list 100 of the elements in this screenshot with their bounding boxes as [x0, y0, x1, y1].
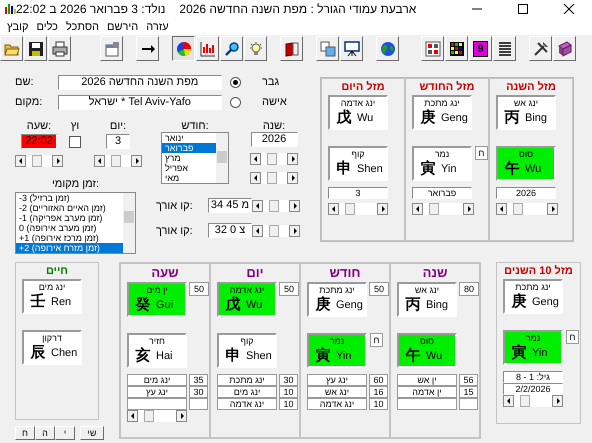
score-field: 80: [459, 282, 479, 296]
chinese-character: 午: [503, 160, 520, 177]
score-field: 50: [189, 282, 209, 296]
chinese-character: 癸: [134, 296, 152, 313]
small-button[interactable]: י: [55, 426, 75, 440]
scrollbar[interactable]: [250, 172, 298, 184]
menu-item[interactable]: הירשם: [103, 20, 142, 32]
small-button[interactable]: ח: [15, 426, 35, 440]
table-cell: ינג אש: [307, 386, 367, 398]
scrollbar[interactable]: [216, 133, 228, 183]
timezone-list[interactable]: -3 (זמן ברזיל) -2 (זמן האיים האזוריים) -1 (זמן מערב אפריקה) 0 (זמן מערב אירופה) +1 (זמן מרכז אירופה) +2 (זמן מזרח אירופה): [15, 192, 136, 254]
scrollbar[interactable]: [94, 155, 142, 167]
table-cell: ינג מים: [127, 374, 187, 386]
list-item[interactable]: מרץ: [162, 153, 216, 163]
table-cell: 30: [189, 386, 208, 398]
panel-title: יום: [246, 264, 264, 282]
field-label: יום:: [110, 120, 126, 134]
menu-item[interactable]: עזרה: [142, 20, 173, 32]
chinese-character: 亥: [134, 347, 152, 364]
pinyin-label: Yin: [336, 350, 352, 362]
value-field: 3: [328, 187, 388, 199]
time-field[interactable]: 22:02: [21, 134, 57, 149]
coordinate-field[interactable]: 34 45 מ: [208, 198, 252, 213]
scrollbar[interactable]: [15, 155, 63, 167]
list-item[interactable]: -1 (זמן מערב אפריקה): [16, 213, 123, 223]
chinese-character: 庚: [419, 109, 436, 126]
list-item[interactable]: פברואר: [162, 143, 216, 153]
table-cell: 56: [459, 374, 478, 386]
toolbar-button[interactable]: 9: [469, 36, 492, 61]
pinyin-label: Wu: [426, 350, 444, 362]
value-field: 2026: [496, 187, 556, 199]
element-name: נמר: [526, 332, 540, 344]
chinese-character: 寅: [420, 160, 436, 177]
chinese-character: 丙: [404, 296, 422, 313]
chinese-character: 戊: [224, 296, 242, 313]
window-title: ארבעת עמודי הגורל : מפת השנה החדשה 2026: [179, 2, 416, 16]
menu-item[interactable]: כלים: [32, 20, 62, 32]
chinese-character: 壬: [30, 293, 46, 310]
element-name: ין מים: [146, 284, 168, 296]
field-label: מקום:: [14, 96, 44, 108]
menu-item[interactable]: הסתכל: [62, 20, 104, 32]
chinese-character: 午: [404, 347, 422, 364]
month-list[interactable]: ינואר פברואר מרץ אפריל מאי: [161, 132, 229, 184]
coordinate-field[interactable]: 32 0 צ: [208, 223, 252, 238]
list-item[interactable]: ינואר: [162, 133, 216, 143]
tag-label: ח: [370, 333, 383, 347]
lines-icon: [496, 40, 512, 56]
table-cell: 35: [189, 374, 208, 386]
text-field[interactable]: מפת השנה החדשה 2026: [58, 74, 222, 90]
toolbar-button[interactable]: [172, 36, 195, 61]
scrollbar[interactable]: [412, 203, 474, 215]
pinyin-label: Bing: [525, 112, 548, 124]
element-name: דרקון: [42, 332, 62, 344]
scrollbar[interactable]: [123, 193, 135, 253]
panel-title: חיים: [46, 264, 68, 279]
element-name: סוס: [518, 148, 534, 160]
radio-button[interactable]: [230, 76, 241, 88]
scrollbar[interactable]: [250, 153, 298, 165]
search-icon: [224, 40, 240, 56]
list-item[interactable]: מאי: [162, 173, 216, 183]
element-name: ינג מתכת: [515, 281, 551, 293]
day-field[interactable]: 3: [106, 134, 130, 149]
element-name: חזיר: [149, 335, 165, 347]
table-cell: ין אדמה: [397, 386, 457, 398]
table-cell: ינג מים: [217, 386, 277, 398]
printer-icon: [52, 40, 68, 56]
list-item[interactable]: 0 (זמן מערב אירופה): [16, 223, 123, 233]
scrollbar[interactable]: [252, 200, 300, 212]
scrollbar[interactable]: [328, 203, 388, 215]
table-cell: 10: [279, 386, 298, 398]
text-field[interactable]: ישראל * Tel Aviv-Yafo: [58, 94, 222, 110]
tag-label: ח: [475, 146, 488, 160]
checkbox[interactable]: [69, 136, 81, 148]
chinese-character: 辰: [29, 344, 46, 361]
chinese-character: 戊: [336, 109, 352, 126]
list-item[interactable]: +1 (זמן מרכז אירופה): [16, 233, 123, 243]
scrollbar[interactable]: [496, 203, 558, 215]
radio-button[interactable]: [230, 96, 241, 108]
table-cell: 60: [369, 374, 388, 386]
small-button[interactable]: שי: [80, 426, 104, 440]
scrollbar[interactable]: [503, 395, 563, 407]
pinyin-label: Gui: [156, 298, 174, 310]
empty-cell: [127, 398, 187, 410]
panel-title: מזל היום: [341, 80, 385, 95]
scrollbar[interactable]: [127, 410, 187, 422]
list-item[interactable]: -3 (זמן ברזיל): [16, 193, 123, 203]
radio-label: אישה: [261, 96, 288, 108]
pinyin-label: Chen: [51, 346, 78, 358]
radio-label: גבר: [261, 76, 280, 88]
table-cell: ינג אדמה: [307, 398, 367, 410]
year-field[interactable]: 2026: [250, 132, 298, 147]
table-cell: 10: [279, 398, 298, 410]
menu-item[interactable]: קובץ: [3, 20, 32, 32]
element-name: ינג מתכת: [319, 284, 355, 296]
list-item[interactable]: +2 (זמן מזרח אירופה): [16, 243, 123, 253]
list-item[interactable]: -2 (זמן האיים האזוריים): [16, 203, 123, 213]
list-item[interactable]: אפריל: [162, 163, 216, 173]
chinese-character: 申: [224, 347, 242, 364]
scrollbar[interactable]: [252, 224, 300, 236]
small-button[interactable]: ה: [35, 426, 55, 440]
